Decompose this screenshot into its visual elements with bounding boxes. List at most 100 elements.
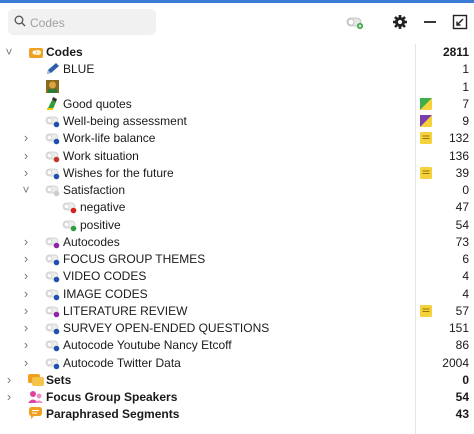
item-label: Sets xyxy=(46,372,72,387)
item-label: Work-life balance xyxy=(63,131,156,146)
item-count: 7 xyxy=(462,96,469,111)
tree-item[interactable]: BLUE 1 xyxy=(0,61,469,78)
sets-icon xyxy=(28,373,44,386)
item-count: 47 xyxy=(455,200,469,215)
item-count: 151 xyxy=(448,321,469,335)
tree-item[interactable]: › IMAGE CODES 4 xyxy=(0,286,469,303)
search-box[interactable] xyxy=(8,9,156,35)
memo-icon[interactable] xyxy=(420,115,432,127)
tree-root-item[interactable]: › Focus Group Speakers 54 xyxy=(0,389,469,406)
search-input[interactable] xyxy=(28,12,156,34)
item-count: 73 xyxy=(455,234,469,249)
item-label: FOCUS GROUP THEMES xyxy=(63,252,206,266)
item-count: 0 xyxy=(462,183,469,197)
tree-item[interactable]: positive 54 xyxy=(0,217,469,234)
chevron-down-icon[interactable]: ˅ xyxy=(4,46,14,58)
item-label: Well-being assessment xyxy=(63,114,187,128)
memo-icon[interactable] xyxy=(420,166,432,179)
tree-item[interactable]: Good quotes 7 xyxy=(0,96,469,113)
chevron-right-icon[interactable]: › xyxy=(21,166,31,179)
chevron-down-icon[interactable]: ˅ xyxy=(21,184,31,196)
code-toggle-icon xyxy=(45,237,60,249)
item-icon xyxy=(45,96,59,111)
memo-icon[interactable] xyxy=(420,97,432,110)
item-icon xyxy=(28,45,43,59)
item-icon xyxy=(45,131,60,145)
chevron-right-icon[interactable]: › xyxy=(21,304,31,317)
item-label: Autocode Youtube Nancy Etcoff xyxy=(63,338,232,353)
memo-icon[interactable] xyxy=(420,304,432,317)
item-label: Good quotes xyxy=(63,96,132,111)
tree-root-item[interactable]: ˅ Codes 2811 xyxy=(0,44,469,61)
tree-root-item[interactable]: › Sets 0 xyxy=(0,372,469,389)
code-toggle-icon xyxy=(62,220,77,231)
tree-item[interactable]: › Autocode Twitter Data 2004 xyxy=(0,355,469,372)
item-label: Focus Group Speakers xyxy=(46,390,178,404)
item-icon xyxy=(45,149,60,163)
item-label: Paraphrased Segments xyxy=(46,407,180,422)
item-count: 43 xyxy=(455,407,469,422)
item-label: SURVEY OPEN-ENDED QUESTIONS xyxy=(63,321,270,335)
tree-item[interactable]: 1 xyxy=(0,79,469,96)
expand-icon[interactable] xyxy=(451,13,469,31)
chevron-right-icon[interactable]: › xyxy=(21,252,31,265)
item-count: 1 xyxy=(462,79,469,94)
tree-item[interactable]: › SURVEY OPEN-ENDED QUESTIONS 151 xyxy=(0,320,469,337)
code-toggle-icon xyxy=(62,202,77,214)
codes-folder-icon xyxy=(29,48,43,58)
item-label: Codes xyxy=(46,45,83,59)
item-icon xyxy=(45,252,60,266)
memo-icon[interactable] xyxy=(420,132,432,145)
item-count: 54 xyxy=(455,390,469,404)
chevron-right-icon[interactable]: › xyxy=(21,269,31,282)
item-icon xyxy=(45,183,60,197)
item-label: Wishes for the future xyxy=(63,165,174,180)
item-icon xyxy=(28,373,44,387)
item-count: 136 xyxy=(448,148,469,163)
chevron-right-icon[interactable]: › xyxy=(21,287,31,300)
item-icon xyxy=(45,166,60,180)
item-count: 9 xyxy=(462,114,469,128)
item-icon xyxy=(45,287,60,301)
gear-icon[interactable] xyxy=(391,13,409,31)
chevron-right-icon[interactable]: › xyxy=(21,131,31,144)
toggle-switch-icon[interactable] xyxy=(346,13,364,31)
speech-bubble-icon xyxy=(29,407,42,420)
item-label: BLUE xyxy=(63,62,95,77)
tree-item[interactable]: › FOCUS GROUP THEMES 6 xyxy=(0,251,469,268)
item-icon xyxy=(28,407,42,421)
chevron-right-icon[interactable]: › xyxy=(21,235,31,248)
tree-item[interactable]: ˅ Satisfaction 0 xyxy=(0,182,469,199)
item-icon xyxy=(45,356,60,370)
tree-item[interactable]: › Wishes for the future 39 xyxy=(0,165,469,182)
tree-item[interactable]: › VIDEO CODES 4 xyxy=(0,268,469,285)
tree-item[interactable]: › Autocodes 73 xyxy=(0,234,469,251)
tree-item[interactable]: negative 47 xyxy=(0,199,469,216)
chevron-right-icon[interactable]: › xyxy=(21,321,31,334)
item-label: positive xyxy=(80,217,121,232)
item-label: negative xyxy=(80,200,126,215)
item-label: VIDEO CODES xyxy=(63,269,147,284)
tree-root-item[interactable]: Paraphrased Segments 43 xyxy=(0,406,469,423)
item-icon xyxy=(45,269,60,283)
code-toggle-icon xyxy=(45,340,60,352)
chevron-right-icon[interactable]: › xyxy=(21,356,31,369)
code-toggle-icon xyxy=(45,289,60,300)
chevron-right-icon[interactable]: › xyxy=(4,373,14,386)
tree-item[interactable]: › Work-life balance 132 xyxy=(0,130,469,147)
tree-item[interactable]: › LITERATURE REVIEW 57 xyxy=(0,303,469,320)
minimize-icon[interactable] xyxy=(421,13,439,31)
tree-item[interactable]: › Autocode Youtube Nancy Etcoff 86 xyxy=(0,337,469,354)
tree-item[interactable]: › Work situation 136 xyxy=(0,148,469,165)
code-toggle-icon xyxy=(45,271,60,283)
chevron-right-icon[interactable]: › xyxy=(21,338,31,351)
item-icon xyxy=(45,321,60,335)
speakers-icon xyxy=(28,391,43,403)
item-icon xyxy=(62,200,77,214)
tree-item[interactable]: Well-being assessment 9 xyxy=(0,113,469,130)
chevron-right-icon[interactable]: › xyxy=(21,149,31,162)
codes-toolbar xyxy=(0,3,474,39)
item-count: 54 xyxy=(455,217,469,232)
item-count: 0 xyxy=(462,372,469,387)
chevron-right-icon[interactable]: › xyxy=(4,390,14,403)
